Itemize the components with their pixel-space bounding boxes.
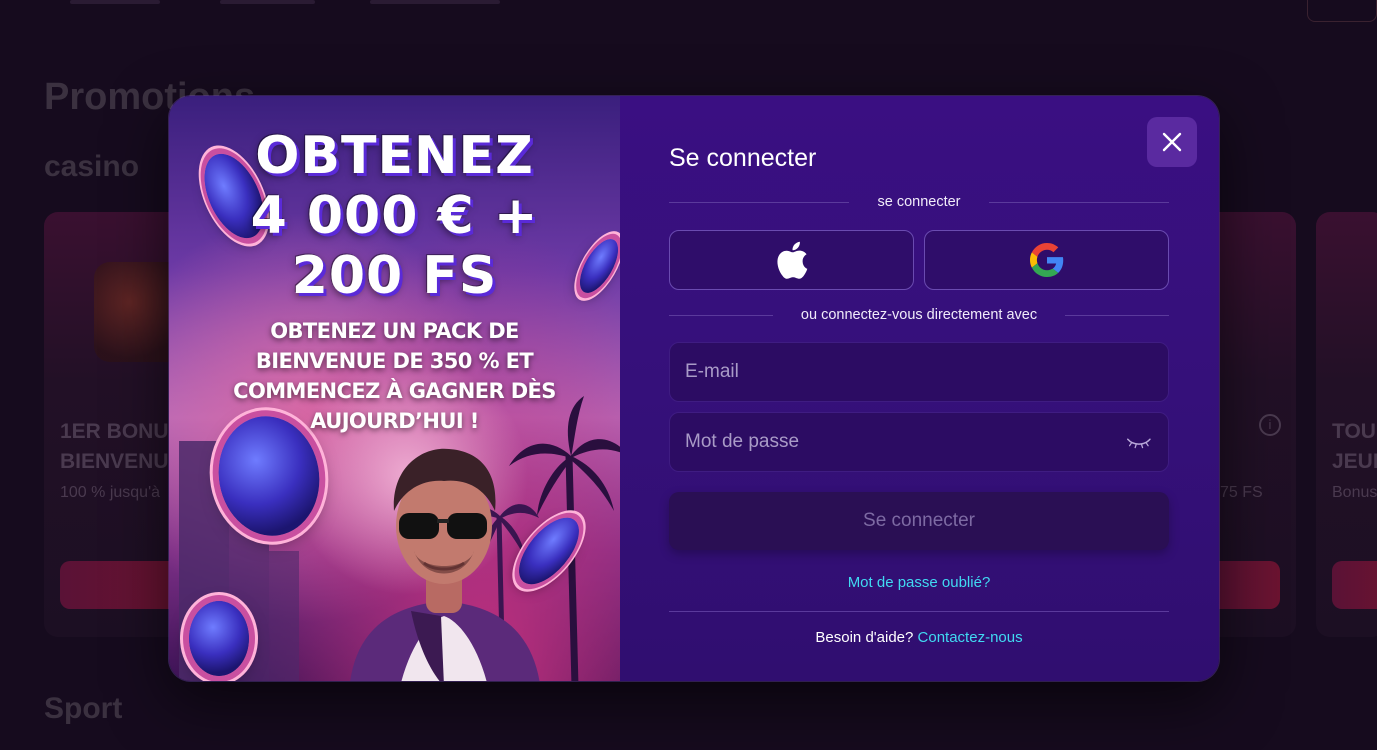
divider-line [669,201,850,203]
apple-icon [776,241,807,279]
promo-card-title: 1ER BONU BIENVENU [60,420,169,473]
divider-line [1065,314,1169,316]
divider-line [669,611,1169,612]
promo-card-title: TOU JEUE [1332,420,1377,473]
divider-line [988,201,1169,203]
promo-card-button[interactable] [1332,561,1377,609]
password-field[interactable] [669,412,1169,472]
eye-closed-icon[interactable] [1125,432,1153,452]
header-button[interactable] [1307,0,1377,22]
contact-us-link[interactable]: Contactez-nous [918,629,1023,646]
help-row: Besoin d'aide? Contactez-nous [669,629,1169,646]
section-title-sport: Sport [44,692,123,725]
login-title: Se connecter [669,144,817,172]
nav-item[interactable] [220,0,315,4]
character-illustration [350,448,540,681]
google-icon [1029,243,1063,277]
promo-description: OBTENEZ UN PACK DE BIENVENUE DE 350 % ET… [233,319,556,433]
email-input[interactable] [685,361,1153,383]
close-button[interactable] [1147,117,1197,167]
social-divider: se connecter [669,194,1169,210]
login-modal: OBTENEZ 4 000 € + 200 FS OBTENEZ UN PACK… [169,96,1219,681]
login-panel: Se connecter se connecter ou connectez-v… [620,96,1219,681]
password-input[interactable] [685,431,1118,453]
info-icon[interactable]: i [1259,414,1281,436]
google-login-button[interactable] [924,230,1169,290]
close-icon [1162,132,1182,152]
promo-panel: OBTENEZ 4 000 € + 200 FS OBTENEZ UN PACK… [169,96,620,681]
promo-headline-line: OBTENEZ [255,126,534,186]
promo-card[interactable]: TOU JEUE Bonus [1316,212,1377,637]
section-title-casino: casino [44,150,140,183]
building-silhouette [269,551,299,681]
promo-card-button[interactable] [60,561,184,609]
promo-card-subtitle: Bonus [1332,484,1377,501]
apple-login-button[interactable] [669,230,914,290]
help-text: Besoin d'aide? [815,629,914,646]
coin-icon [189,601,249,676]
email-field[interactable] [669,342,1169,402]
promo-headline: OBTENEZ 4 000 € + 200 FS [169,126,620,306]
top-navigation-bar [0,0,1377,28]
promo-headline-line: 4 000 € + [250,186,539,246]
nav-item[interactable] [370,0,500,4]
submit-login-button[interactable]: Se connecter [669,492,1169,550]
promo-headline-line: 200 FS [291,246,498,306]
social-divider-label: se connecter [877,194,961,210]
nav-item[interactable] [70,0,160,4]
promo-card-subtitle: 100 % jusqu'à [60,484,161,501]
promo-card[interactable]: 1ER BONU BIENVENU 100 % jusqu'à [44,212,184,637]
promo-card-subtitle: 75 FS [1220,484,1263,501]
direct-divider-label: ou connectez-vous directement avec [800,307,1038,323]
direct-divider: ou connectez-vous directement avec [669,307,1169,323]
divider-line [669,314,773,316]
forgot-password-link[interactable]: Mot de passe oublié? [669,574,1169,591]
